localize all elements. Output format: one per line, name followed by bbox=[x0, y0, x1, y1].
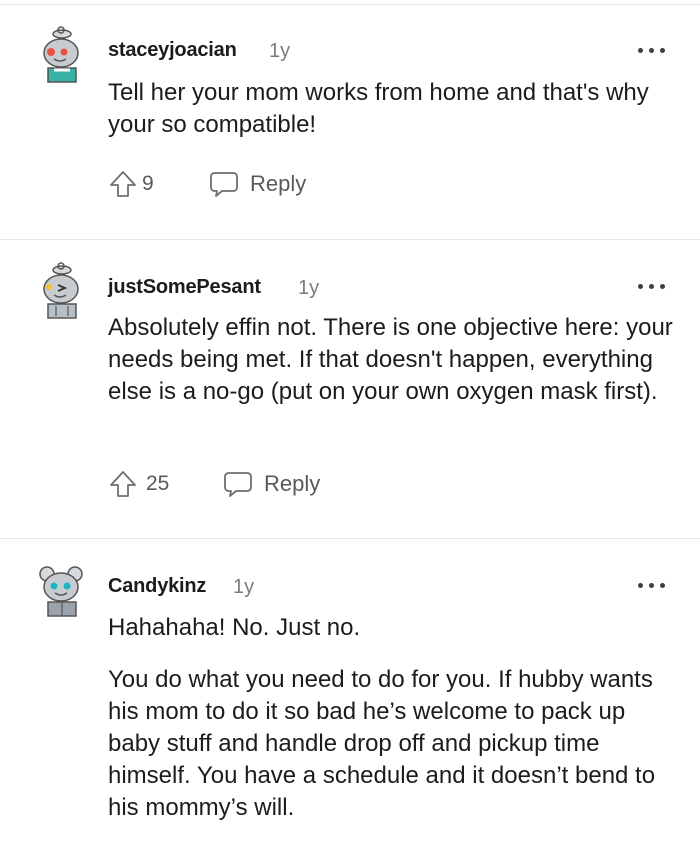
comment-paragraph: Hahahaha! No. Just no. bbox=[108, 614, 361, 641]
upvote-arrow-icon bbox=[110, 471, 136, 497]
comment-divider bbox=[0, 239, 700, 240]
more-options-icon[interactable] bbox=[638, 283, 666, 291]
snoo-avatar-icon bbox=[39, 566, 83, 617]
reply-button[interactable]: Reply bbox=[222, 468, 320, 500]
comment-paragraph: Tell her your mom works from home and th… bbox=[108, 79, 649, 138]
snoo-avatar-icon bbox=[43, 262, 79, 319]
comment-paragraph: You do what you need to do for you. If h… bbox=[108, 666, 656, 821]
comment-body: Hahahaha! No. Just no. You do what you n… bbox=[108, 612, 678, 824]
comment-username[interactable]: Candykinz bbox=[108, 575, 206, 598]
comment-age: 1y bbox=[233, 576, 255, 598]
reply-label: Reply bbox=[264, 471, 321, 496]
user-avatar[interactable] bbox=[34, 22, 90, 86]
comment-divider bbox=[0, 538, 700, 539]
comment-username[interactable]: staceyjoacian bbox=[108, 39, 237, 62]
comment-age: 1y bbox=[269, 40, 291, 62]
upvote-button[interactable]: 9 bbox=[108, 168, 154, 200]
comment-body: Absolutely effin not. There is one objec… bbox=[108, 312, 678, 408]
user-avatar[interactable] bbox=[34, 258, 90, 322]
reply-label: Reply bbox=[250, 171, 307, 196]
user-avatar[interactable] bbox=[34, 556, 90, 620]
upvote-arrow-icon bbox=[110, 171, 136, 197]
reply-button[interactable]: Reply bbox=[208, 168, 306, 200]
upvote-button[interactable]: 25 bbox=[108, 468, 169, 500]
more-options-icon[interactable] bbox=[638, 582, 666, 590]
more-options-icon[interactable] bbox=[638, 47, 666, 55]
vote-count: 25 bbox=[146, 472, 170, 495]
reply-bubble-icon bbox=[224, 472, 252, 497]
snoo-avatar-icon bbox=[43, 26, 79, 83]
top-divider bbox=[0, 4, 700, 5]
vote-count: 9 bbox=[142, 172, 154, 195]
reply-bubble-icon bbox=[210, 172, 238, 197]
comment-username[interactable]: justSomePesant bbox=[108, 276, 261, 299]
comment-body: Tell her your mom works from home and th… bbox=[108, 77, 678, 141]
comment-age: 1y bbox=[298, 277, 320, 299]
comment-paragraph: Absolutely effin not. There is one objec… bbox=[108, 314, 673, 405]
